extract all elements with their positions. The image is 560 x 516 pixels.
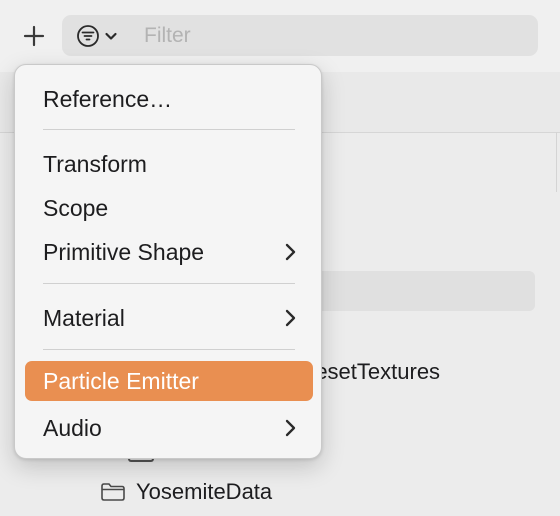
menu-item-reference[interactable]: Reference… [25,81,313,117]
menu-item-label: Scope [43,194,109,221]
menu-item-label: Primitive Shape [43,238,205,265]
add-menu: Reference… Transform Scope Primitive Sha… [14,64,322,459]
menu-item-label: Reference… [43,85,173,112]
filter-circle-icon [77,25,99,47]
filter-input[interactable] [142,21,526,51]
filter-menu-button[interactable] [76,24,128,48]
folder-label: YosemiteData [136,479,273,504]
menu-item-label: Material [43,304,125,331]
chevron-right-icon [283,306,299,330]
menu-item-label: Transform [43,150,147,177]
menu-item-transform[interactable]: Transform [25,146,313,182]
list-item-folder[interactable]: YosemiteData [100,476,272,508]
menu-item-scope[interactable]: Scope [25,190,313,226]
list-item-partial[interactable]: resetTextures [308,359,440,385]
menu-item-label: Audio [43,414,102,441]
menu-item-audio[interactable]: Audio [25,410,313,446]
menu-item-primitive-shape[interactable]: Primitive Shape [25,234,313,270]
menu-item-particle-emitter[interactable]: Particle Emitter [25,361,313,401]
menu-separator [43,283,295,284]
filter-field[interactable] [62,15,538,56]
menu-item-label: Particle Emitter [43,367,199,394]
pane-divider [556,132,557,192]
chevron-right-icon [283,240,299,264]
menu-item-material[interactable]: Material [25,300,313,336]
menu-separator [43,129,295,130]
menu-separator [43,349,295,350]
toolbar [0,0,560,73]
chevron-down-icon [105,32,117,40]
chevron-right-icon [283,416,299,440]
folder-icon [101,483,125,501]
selected-row-highlight [300,271,535,311]
plus-icon [23,25,45,47]
add-button[interactable] [20,22,48,50]
